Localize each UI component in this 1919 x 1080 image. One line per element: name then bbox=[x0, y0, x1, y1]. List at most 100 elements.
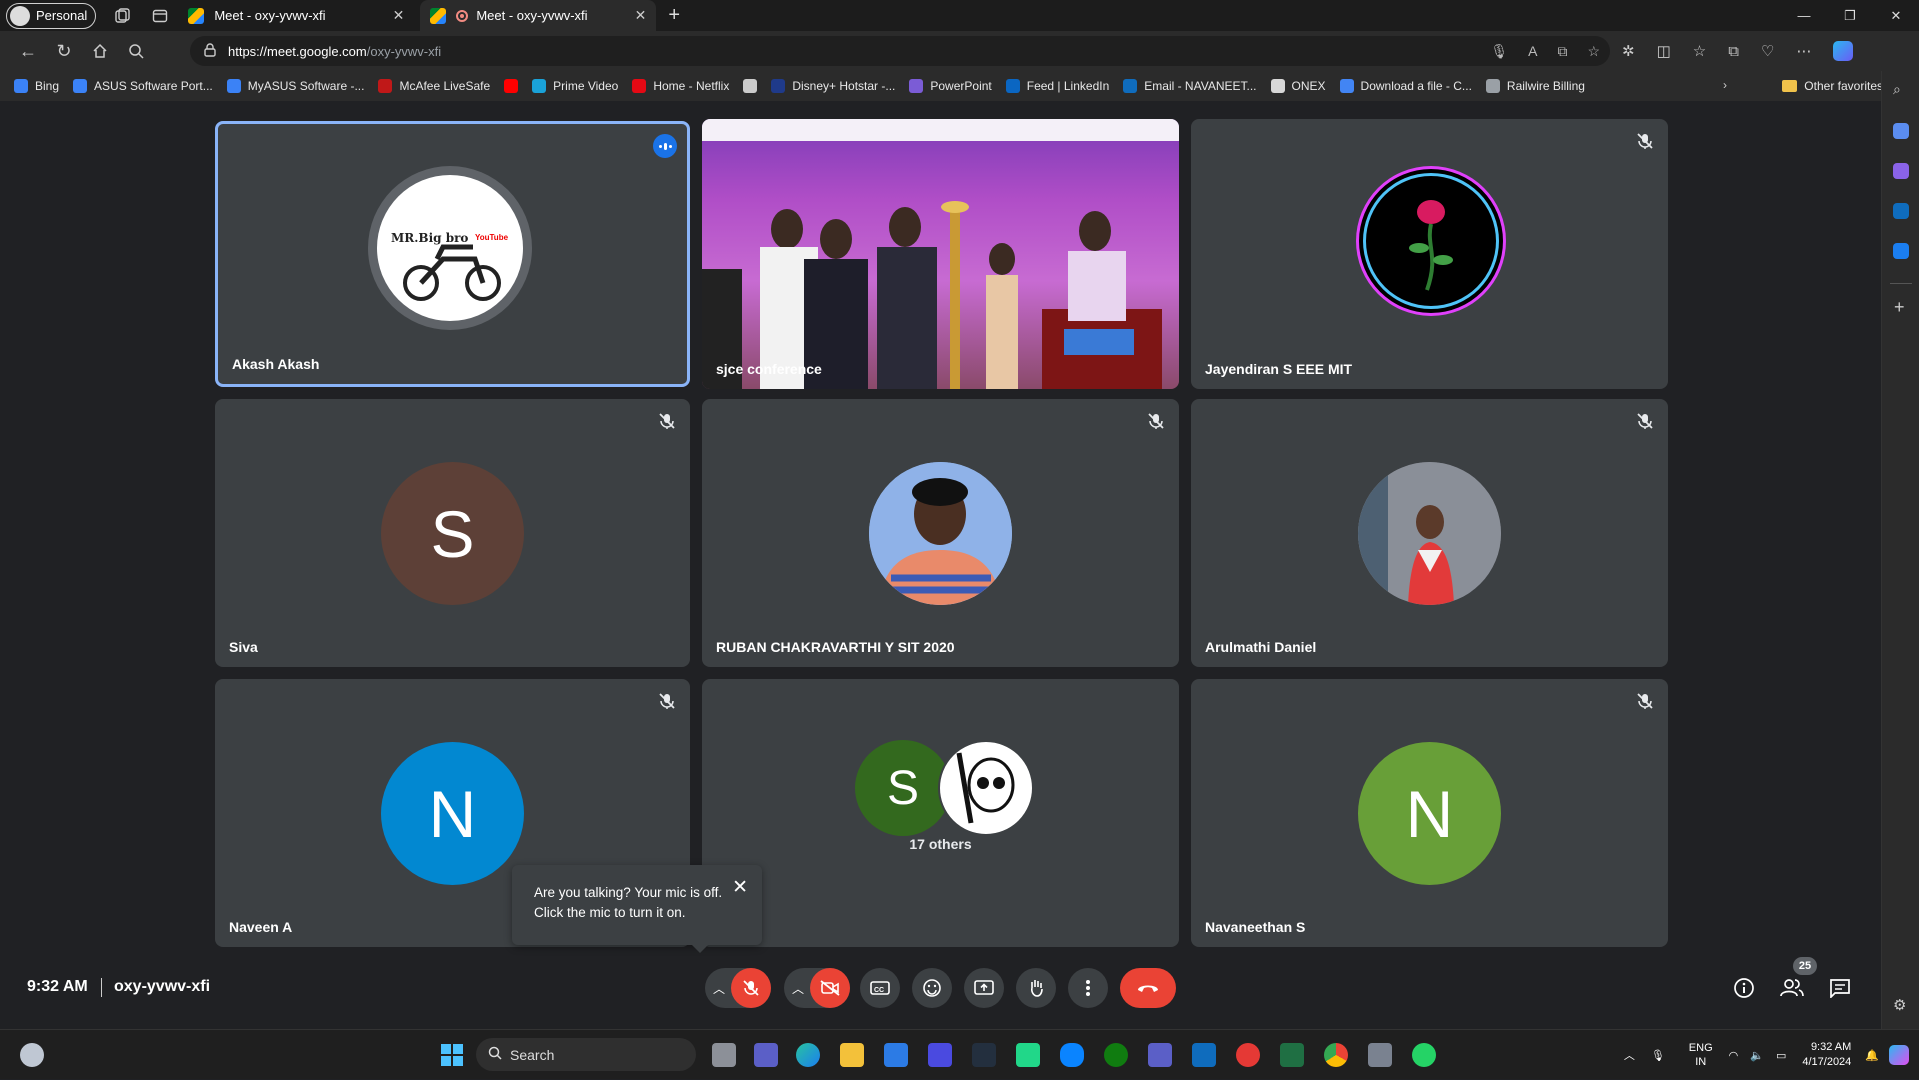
language-indicator[interactable]: ENG IN bbox=[1689, 1041, 1713, 1069]
whatsapp-icon[interactable] bbox=[1412, 1043, 1436, 1067]
toggle-mic-button[interactable] bbox=[731, 968, 771, 1008]
start-icon[interactable] bbox=[440, 1043, 464, 1067]
favorite-asus-portal[interactable]: ASUS Software Port... bbox=[73, 79, 213, 93]
favorite-netflix[interactable]: Home - Netflix bbox=[632, 79, 729, 93]
xbox-icon[interactable] bbox=[1104, 1043, 1128, 1067]
battery-icon[interactable]: ▭ bbox=[1776, 1049, 1786, 1062]
collections-icon[interactable]: ⧉ bbox=[1728, 43, 1739, 60]
wifi-icon[interactable]: ◠ bbox=[1729, 1049, 1739, 1062]
close-tab-icon[interactable]: ✕ bbox=[393, 7, 405, 24]
sidebar-add-icon[interactable]: + bbox=[1894, 297, 1905, 318]
sidebar-games-icon[interactable] bbox=[1893, 163, 1909, 179]
close-tooltip-icon[interactable]: ✕ bbox=[732, 878, 748, 898]
favorite-linkedin[interactable]: Feed | LinkedIn bbox=[1005, 79, 1109, 93]
home-icon[interactable] bbox=[82, 35, 118, 67]
others-tile[interactable]: S 17 others bbox=[702, 679, 1179, 947]
favorite-page[interactable] bbox=[743, 79, 758, 93]
restore-icon[interactable]: ❐ bbox=[1827, 0, 1873, 31]
chevron-up-icon[interactable]: ︿ bbox=[792, 980, 804, 997]
meeting-details-button[interactable] bbox=[1730, 974, 1758, 1002]
chevron-right-icon[interactable]: › bbox=[1723, 78, 1727, 92]
chrome-icon[interactable] bbox=[1324, 1043, 1348, 1067]
address-bar[interactable]: https://meet.google.com/oxy-yvwv-xfi 🎙 A… bbox=[190, 36, 1610, 66]
file-explorer-icon[interactable] bbox=[840, 1043, 864, 1067]
chevron-up-icon[interactable]: ︿ bbox=[1624, 1047, 1635, 1063]
vim-icon[interactable] bbox=[1280, 1043, 1304, 1067]
taskbar-search[interactable]: Search bbox=[476, 1038, 696, 1071]
extensions-icon[interactable]: ✲ bbox=[1622, 42, 1635, 60]
minimize-icon[interactable]: — bbox=[1781, 0, 1827, 31]
new-tab-icon[interactable]: + bbox=[668, 4, 680, 27]
pycharm-icon[interactable] bbox=[1016, 1043, 1040, 1067]
teams-chat-icon[interactable] bbox=[754, 1043, 778, 1067]
edge-icon[interactable] bbox=[796, 1043, 820, 1067]
tab-actions-icon[interactable] bbox=[148, 4, 172, 28]
chat-button[interactable] bbox=[1826, 974, 1854, 1002]
media-player-icon[interactable] bbox=[1236, 1043, 1260, 1067]
calculator-icon[interactable] bbox=[1368, 1043, 1392, 1067]
volume-icon[interactable]: 🔈 bbox=[1750, 1049, 1764, 1062]
sidebar-shopping-icon[interactable] bbox=[1893, 123, 1909, 139]
outlook-icon[interactable] bbox=[1192, 1043, 1216, 1067]
sidebar-outlook-icon[interactable] bbox=[1893, 203, 1909, 219]
split-screen-icon[interactable]: ◫ bbox=[1657, 42, 1671, 60]
more-options-button[interactable] bbox=[1068, 968, 1108, 1008]
participant-tile[interactable]: RUBAN CHAKRAVARTHI Y SIT 2020 bbox=[702, 399, 1179, 667]
teams-icon[interactable] bbox=[1148, 1043, 1172, 1067]
myasus-icon[interactable] bbox=[928, 1043, 952, 1067]
captions-button[interactable]: CC bbox=[860, 968, 900, 1008]
weather-icon[interactable] bbox=[20, 1043, 44, 1067]
lock-icon[interactable] bbox=[204, 42, 216, 60]
app-available-icon[interactable]: ⧉ bbox=[1557, 43, 1567, 60]
present-screen-button[interactable] bbox=[964, 968, 1004, 1008]
read-aloud-icon[interactable]: A bbox=[1528, 43, 1537, 60]
favorite-railwire[interactable]: Railwire Billing bbox=[1485, 79, 1585, 93]
favorite-hotstar[interactable]: Disney+ Hotstar -... bbox=[771, 79, 895, 93]
task-view-icon[interactable] bbox=[712, 1043, 736, 1067]
sidebar-settings-icon[interactable]: ⚙ bbox=[1893, 996, 1906, 1014]
notification-bell-icon[interactable]: 🔔 bbox=[1865, 1049, 1879, 1062]
favorite-star-icon[interactable]: ☆ bbox=[1587, 43, 1600, 60]
favorite-mcafee[interactable]: McAfee LiveSafe bbox=[378, 79, 490, 93]
copilot-icon[interactable] bbox=[1833, 41, 1854, 61]
favorite-prime-video[interactable]: Prime Video bbox=[532, 79, 618, 93]
participant-video-tile[interactable]: sjce conference bbox=[702, 119, 1179, 389]
microphone-icon[interactable]: 🎙 bbox=[1651, 1049, 1665, 1062]
participant-tile[interactable]: Jayendiran S EEE MIT bbox=[1191, 119, 1668, 389]
sidebar-search-icon[interactable]: ⌕ bbox=[1893, 81, 1901, 98]
back-icon[interactable]: ← bbox=[10, 35, 46, 67]
amazon-music-icon[interactable] bbox=[972, 1043, 996, 1067]
favorite-bing[interactable]: Bing bbox=[14, 79, 59, 93]
more-options-icon[interactable]: ⋯ bbox=[1796, 42, 1811, 60]
other-favorites[interactable]: Other favorites bbox=[1782, 71, 1883, 101]
favorite-onex[interactable]: ONEX bbox=[1270, 79, 1326, 93]
taskbar-clock[interactable]: 9:32 AM 4/17/2024 bbox=[1802, 1040, 1851, 1070]
close-tab-icon[interactable]: ✕ bbox=[635, 7, 647, 24]
window-close-icon[interactable]: ✕ bbox=[1873, 0, 1919, 31]
favorite-email[interactable]: Email - NAVANEET... bbox=[1123, 79, 1257, 93]
participant-tile[interactable]: MR.Big bro YouTube Akash Akash bbox=[215, 121, 690, 387]
tab-meet-2[interactable]: Meet - oxy-yvwv-xfi ✕ bbox=[420, 0, 657, 31]
favorites-icon[interactable]: ☆ bbox=[1693, 42, 1706, 60]
microsoft-store-icon[interactable] bbox=[884, 1043, 908, 1067]
favorite-powerpoint[interactable]: PowerPoint bbox=[909, 79, 992, 93]
workspaces-icon[interactable] bbox=[110, 4, 134, 28]
emoji-reactions-button[interactable] bbox=[912, 968, 952, 1008]
raise-hand-button[interactable] bbox=[1016, 968, 1056, 1008]
microphone-icon[interactable]: 🎙 bbox=[1490, 43, 1508, 60]
profile-button[interactable]: Personal bbox=[6, 2, 97, 29]
tab-meet-1[interactable]: Meet - oxy-yvwv-xfi ✕ bbox=[178, 0, 414, 31]
leave-call-button[interactable] bbox=[1120, 968, 1176, 1008]
favorite-youtube[interactable] bbox=[504, 79, 519, 93]
browser-essentials-icon[interactable]: ♡ bbox=[1761, 42, 1774, 60]
onedrive-icon[interactable] bbox=[1060, 1043, 1084, 1067]
favorite-download[interactable]: Download a file - C... bbox=[1339, 79, 1472, 93]
copilot-icon[interactable] bbox=[1889, 1045, 1909, 1065]
toggle-camera-button[interactable] bbox=[810, 968, 850, 1008]
chevron-up-icon[interactable]: ︿ bbox=[713, 980, 725, 997]
refresh-icon[interactable]: ↻ bbox=[46, 35, 82, 67]
sidebar-bing-icon[interactable] bbox=[1893, 243, 1909, 259]
people-button[interactable] bbox=[1778, 974, 1806, 1002]
participant-tile[interactable]: Arulmathi Daniel bbox=[1191, 399, 1668, 667]
search-icon[interactable] bbox=[118, 35, 154, 67]
